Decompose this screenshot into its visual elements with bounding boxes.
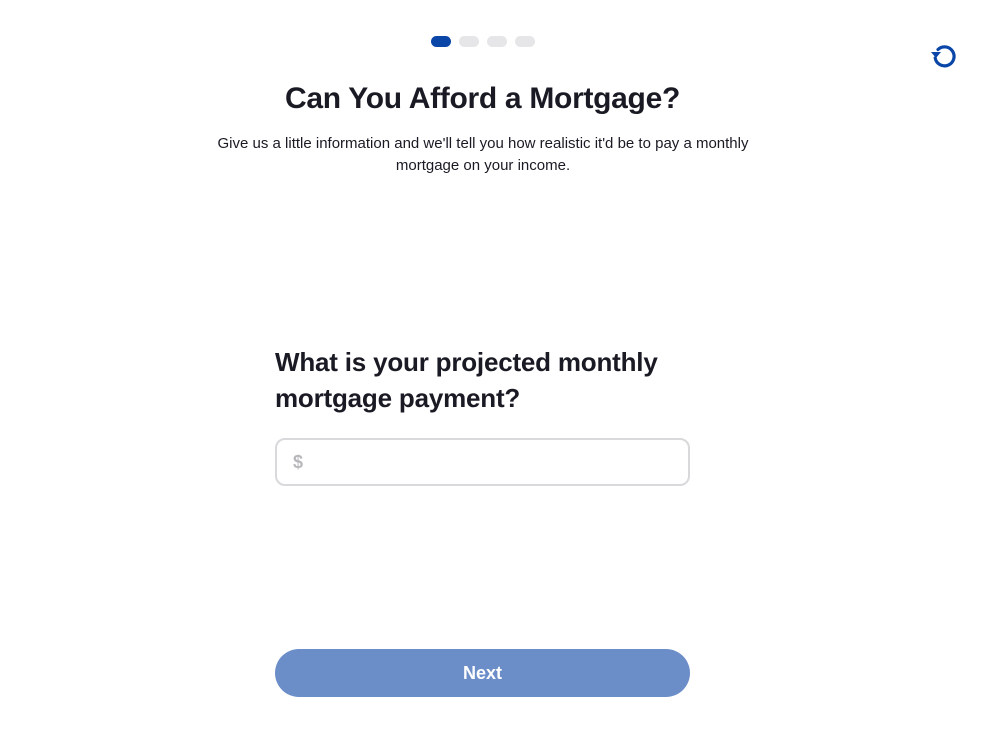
page-title: Can You Afford a Mortgage? (285, 82, 680, 115)
progress-step-2 (459, 36, 479, 47)
progress-indicator (431, 36, 535, 47)
reset-icon (931, 45, 956, 68)
currency-symbol: $ (293, 451, 304, 472)
progress-step-3 (487, 36, 507, 47)
reset-button[interactable] (926, 40, 962, 72)
payment-input[interactable] (303, 440, 688, 484)
page-subtitle: Give us a little information and we'll t… (217, 135, 749, 174)
payment-field[interactable]: $ (275, 438, 690, 486)
progress-step-4 (515, 36, 535, 47)
next-button[interactable]: Next (275, 649, 690, 697)
progress-step-1 (431, 36, 451, 47)
question-label: What is your projected monthly mortgage … (275, 347, 658, 413)
